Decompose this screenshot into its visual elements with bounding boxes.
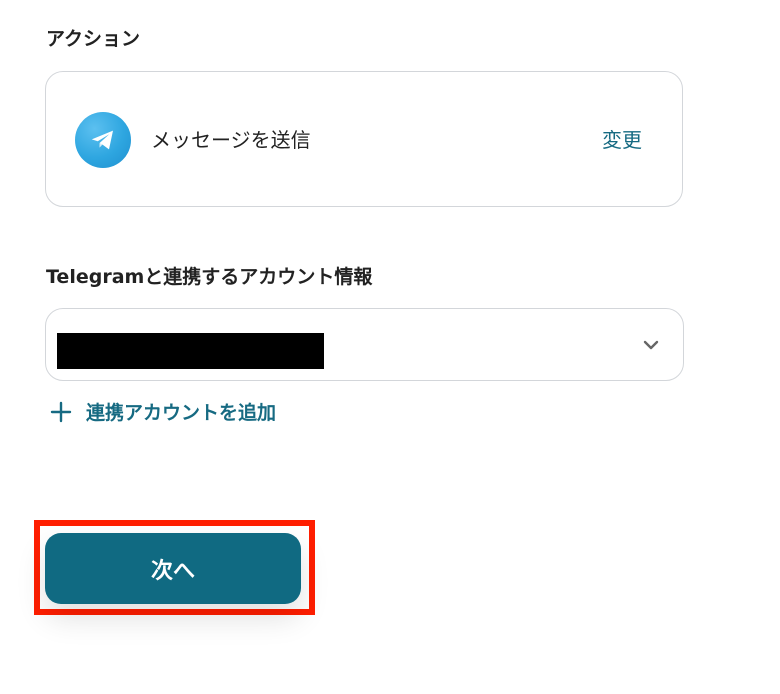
next-button[interactable]: 次へ: [45, 533, 301, 604]
change-action-link[interactable]: 変更: [602, 128, 642, 152]
action-section-label: アクション: [46, 28, 141, 50]
action-name: メッセージを送信: [151, 128, 311, 152]
add-account-label: 連携アカウントを追加: [86, 402, 277, 424]
account-section-label: Telegramと連携するアカウント情報: [46, 266, 373, 288]
telegram-icon: [75, 112, 131, 168]
chevron-down-icon: [643, 340, 659, 350]
redacted-account-value: [57, 333, 324, 369]
action-card: メッセージを送信 変更: [45, 71, 683, 207]
add-account-button[interactable]: 連携アカウントを追加: [50, 398, 276, 425]
account-select[interactable]: [45, 308, 684, 381]
plus-icon: [50, 401, 72, 422]
